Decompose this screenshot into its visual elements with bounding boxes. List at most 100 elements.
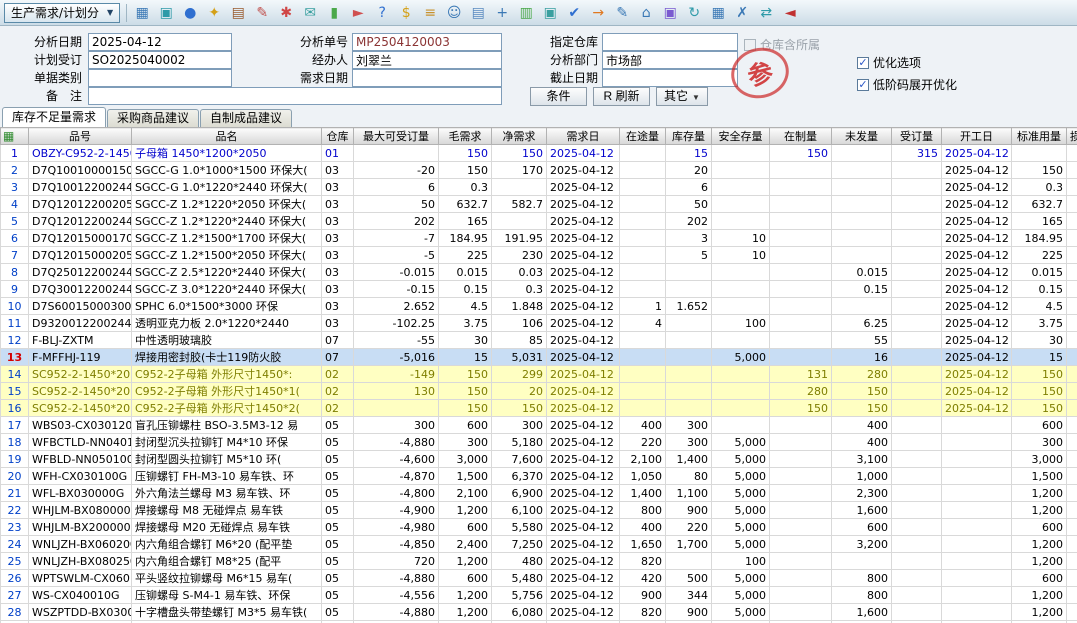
cell-std[interactable]: 4.5 — [1012, 298, 1067, 315]
cell-gross[interactable]: 1,500 — [439, 468, 492, 485]
cell-loss[interactable] — [1067, 604, 1077, 621]
cell-safety[interactable]: 10 — [712, 230, 770, 247]
cell-reqdate[interactable]: 2025-04-12 — [547, 196, 620, 213]
table-row[interactable]: 8D7Q2501220024400GSGCC-Z 2.5*1220*2440 环… — [1, 264, 1077, 281]
cell-stock[interactable]: 500 — [666, 570, 712, 587]
cell-wip[interactable] — [770, 196, 832, 213]
cell-startdate[interactable]: 2025-04-12 — [942, 247, 1012, 264]
cell-ordered[interactable] — [892, 196, 942, 213]
cell-ordered[interactable] — [892, 264, 942, 281]
cell-pn[interactable]: WS-CX040010G — [29, 587, 132, 604]
cell-transit[interactable] — [620, 332, 666, 349]
cell-net[interactable]: 230 — [492, 247, 547, 264]
cell-startdate[interactable] — [942, 570, 1012, 587]
cell-net[interactable]: 5,580 — [492, 519, 547, 536]
cell-max[interactable]: 720 — [354, 553, 439, 570]
cell-max[interactable]: -4,880 — [354, 434, 439, 451]
cell-loss[interactable] — [1067, 332, 1077, 349]
cell-transit[interactable] — [620, 230, 666, 247]
cell-reqdate[interactable]: 2025-04-12 — [547, 604, 620, 621]
cell-std[interactable]: 3,000 — [1012, 451, 1067, 468]
cell-startdate[interactable]: 2025-04-12 — [942, 315, 1012, 332]
cell-stock[interactable] — [666, 349, 712, 366]
cell-wh[interactable]: 01 — [322, 145, 354, 162]
cell-ordered[interactable] — [892, 366, 942, 383]
cell-loss[interactable] — [1067, 485, 1077, 502]
table-row[interactable]: 21WFL-BX030000G外六角法兰螺母 M3 易车铁、环05-4,8002… — [1, 485, 1077, 502]
cell-loss[interactable] — [1067, 162, 1077, 179]
cell-ordered[interactable] — [892, 349, 942, 366]
col-header-transit[interactable]: 在途量 — [620, 128, 666, 145]
doc-type-field[interactable] — [88, 69, 232, 87]
handler-field[interactable] — [352, 51, 502, 69]
select-all-header[interactable]: ▦ — [1, 128, 29, 145]
cell-safety[interactable] — [712, 162, 770, 179]
cell-transit[interactable] — [620, 145, 666, 162]
cell-safety[interactable]: 5,000 — [712, 536, 770, 553]
cell-gross[interactable]: 600 — [439, 570, 492, 587]
cell-stock[interactable] — [666, 400, 712, 417]
cell-ordered[interactable] — [892, 604, 942, 621]
cell-transit[interactable] — [620, 179, 666, 196]
cell-ordered[interactable] — [892, 434, 942, 451]
cell-gross[interactable]: 165 — [439, 213, 492, 230]
cell-loss[interactable] — [1067, 281, 1077, 298]
cell-name[interactable]: SGCC-G 1.0*1000*1500 环保大( — [132, 162, 322, 179]
cell-safety[interactable] — [712, 298, 770, 315]
cell-name[interactable]: 平头竖纹拉铆螺母 M6*15 易车( — [132, 570, 322, 587]
cell-unshipped[interactable]: 400 — [832, 434, 892, 451]
cell-std[interactable]: 600 — [1012, 519, 1067, 536]
cell-wip[interactable] — [770, 417, 832, 434]
col-header-pn[interactable]: 品号 — [29, 128, 132, 145]
cell-gross[interactable]: 3.75 — [439, 315, 492, 332]
cell-max[interactable]: -4,850 — [354, 536, 439, 553]
cell-safety[interactable]: 5,000 — [712, 519, 770, 536]
cell-net[interactable]: 150 — [492, 145, 547, 162]
cell-max[interactable]: -55 — [354, 332, 439, 349]
cell-reqdate[interactable]: 2025-04-12 — [547, 383, 620, 400]
cell-name[interactable]: 内六角组合螺钉 M8*25 (配平 — [132, 553, 322, 570]
cell-gross[interactable]: 150 — [439, 162, 492, 179]
table-row[interactable]: 23WHJLM-BX200000G焊接螺母 M20 无碰焊点 易车铁05-4,9… — [1, 519, 1077, 536]
cell-transit[interactable] — [620, 213, 666, 230]
cell-safety[interactable]: 5,000 — [712, 502, 770, 519]
cell-std[interactable]: 150 — [1012, 162, 1067, 179]
cell-max[interactable]: -102.25 — [354, 315, 439, 332]
cell-no[interactable]: 20 — [1, 468, 29, 485]
cell-safety[interactable] — [712, 213, 770, 230]
col-header-stock[interactable]: 库存量 — [666, 128, 712, 145]
cell-pn[interactable]: OBZY-C952-2-1450*2( — [29, 145, 132, 162]
cell-ordered[interactable] — [892, 247, 942, 264]
cell-max[interactable]: -7 — [354, 230, 439, 247]
cell-no[interactable]: 17 — [1, 417, 29, 434]
cell-pn[interactable]: D932001220024400G — [29, 315, 132, 332]
cell-loss[interactable] — [1067, 145, 1077, 162]
cell-reqdate[interactable]: 2025-04-12 — [547, 230, 620, 247]
cell-safety[interactable]: 5,000 — [712, 349, 770, 366]
sync-icon[interactable]: ↻ — [685, 4, 703, 22]
table-row[interactable]: 20WFH-CX030100G压铆螺钉 FH-M3-10 易车铁、环05-4,8… — [1, 468, 1077, 485]
cell-loss[interactable] — [1067, 179, 1077, 196]
cell-no[interactable]: 6 — [1, 230, 29, 247]
cell-safety[interactable] — [712, 400, 770, 417]
cell-unshipped[interactable]: 16 — [832, 349, 892, 366]
cell-loss[interactable] — [1067, 434, 1077, 451]
cell-max[interactable]: 130 — [354, 383, 439, 400]
cell-max[interactable]: -20 — [354, 162, 439, 179]
cell-pn[interactable]: WNLJZH-BX060200G — [29, 536, 132, 553]
cell-max[interactable] — [354, 400, 439, 417]
cell-name[interactable]: SGCC-Z 1.2*1500*1700 环保大( — [132, 230, 322, 247]
cell-wip[interactable] — [770, 349, 832, 366]
cell-stock[interactable]: 300 — [666, 417, 712, 434]
cell-net[interactable]: 7,600 — [492, 451, 547, 468]
grid-export-icon[interactable]: ▦ — [133, 4, 151, 22]
cell-no[interactable]: 1 — [1, 145, 29, 162]
cell-safety[interactable]: 5,000 — [712, 604, 770, 621]
cell-reqdate[interactable]: 2025-04-12 — [547, 570, 620, 587]
cell-wip[interactable] — [770, 519, 832, 536]
cell-unshipped[interactable] — [832, 298, 892, 315]
cell-wh[interactable]: 05 — [322, 553, 354, 570]
cell-pn[interactable]: D7S6001500030000G — [29, 298, 132, 315]
cell-wip[interactable] — [770, 553, 832, 570]
cell-startdate[interactable]: 2025-04-12 — [942, 196, 1012, 213]
